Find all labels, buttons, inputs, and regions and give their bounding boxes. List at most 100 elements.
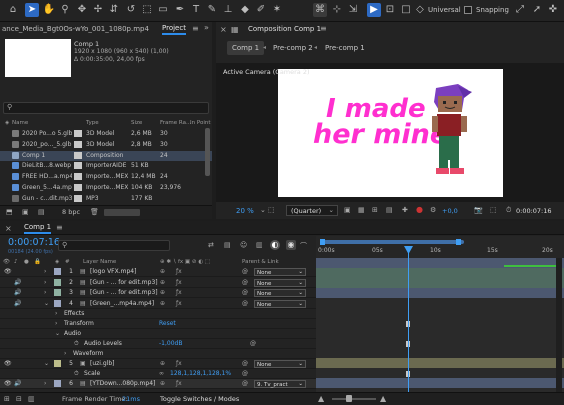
layer-name[interactable]: [Green_...mp4a.mp4]: [90, 300, 154, 307]
layer-name[interactable]: [Gun - ... for edit.mp3]: [90, 289, 158, 296]
layer-row[interactable]: 🔊 › 3 ▤ [Gun - ... for edit.mp3] ⊕ ƒx @ None ⌄: [0, 288, 316, 298]
project-list-scrollbar[interactable]: [205, 128, 210, 176]
project-scrollbar[interactable]: [104, 209, 140, 216]
pan-behind-tool-icon[interactable]: ⬚: [140, 3, 154, 17]
track-bar-5[interactable]: [316, 358, 564, 368]
universal-label[interactable]: Universal: [428, 6, 461, 14]
track-bar-2[interactable]: [316, 268, 564, 278]
layer-6-switch-icon[interactable]: ⊕: [160, 380, 165, 387]
layer-6-name[interactable]: [YTDown...080p.mp4]: [90, 380, 155, 387]
collapse-arrow-icon[interactable]: ⌄: [55, 330, 60, 337]
stopwatch-icon[interactable]: ⏱: [74, 340, 79, 348]
track-bar-6[interactable]: [316, 378, 564, 388]
snap-options-icon[interactable]: ⤢: [513, 3, 527, 17]
resolution-dropdown[interactable]: (Quarter) ⌄: [286, 205, 338, 216]
selection-mode-icon[interactable]: ▶: [367, 3, 381, 17]
layer-audio-icon[interactable]: 🔊: [14, 300, 21, 307]
parent-dropdown[interactable]: None ⌄: [254, 299, 306, 308]
snapping-label[interactable]: Snapping: [476, 6, 509, 14]
close-timeline-icon[interactable]: ×: [5, 224, 12, 233]
clone-stamp-tool-icon[interactable]: ⊥: [221, 3, 235, 17]
layer-6-audio-icon[interactable]: 🔊: [14, 380, 21, 387]
layer-label-color[interactable]: [54, 360, 61, 367]
scale-stopwatch-icon[interactable]: ⏱: [74, 370, 79, 378]
eraser-tool-icon[interactable]: ◆: [238, 3, 252, 17]
motion-blur-icon[interactable]: ◐: [270, 240, 280, 250]
panel-menu-icon[interactable]: ≡: [192, 24, 199, 33]
world-axis-icon[interactable]: □: [399, 3, 413, 17]
toggle-switches-modes-button[interactable]: Toggle Switches / Modes: [160, 395, 239, 403]
snap-feather-icon[interactable]: ➚: [530, 3, 544, 17]
home-icon[interactable]: ⌂: [6, 3, 20, 17]
delete-icon[interactable]: 🗑: [90, 208, 99, 216]
layer-6-label-color[interactable]: [54, 380, 61, 387]
layer-6-pickwhip-icon[interactable]: @: [242, 380, 248, 387]
project-search-input[interactable]: ⚲: [3, 102, 209, 114]
audio-levels-row[interactable]: ⏱ Audio Levels -1,00dB @: [0, 339, 316, 349]
mask-visibility-icon[interactable]: ⊞: [372, 206, 378, 214]
pickwhip-icon[interactable]: @: [242, 279, 248, 286]
zoom-dropdown-icon[interactable]: ⌄: [260, 206, 266, 214]
view-axis-icon[interactable]: ◇: [413, 3, 427, 17]
timeline-search-input[interactable]: ⚲: [58, 240, 170, 251]
interpret-footage-icon[interactable]: ⬒: [6, 208, 13, 216]
comp-timecode[interactable]: 0:00:07:16: [516, 207, 552, 215]
region-of-interest-icon[interactable]: ▣: [344, 206, 351, 214]
project-item-row[interactable]: Comp 1 Composition 24: [0, 150, 212, 161]
rectangle-tool-icon[interactable]: ▭: [156, 3, 170, 17]
layer-audio-icon[interactable]: 🔊: [14, 279, 21, 286]
layer-row-5[interactable]: 👁 ⌄ 5 ▣ [uzi.glb] ⊕ ƒx @ None ⌄: [0, 359, 316, 369]
layer-switch-icon[interactable]: ⊕: [160, 360, 165, 367]
comp-tab-comp-1[interactable]: Comp 1: [227, 41, 265, 55]
constrain-link-icon[interactable]: ∞: [159, 370, 164, 377]
expand-panels-icon[interactable]: »: [204, 23, 209, 32]
roto-brush-tool-icon[interactable]: ✐: [254, 3, 268, 17]
zoom-value[interactable]: 20 %: [236, 207, 254, 215]
layer-6-visibility-icon[interactable]: 👁: [4, 380, 12, 387]
timeline-scrollbar[interactable]: [556, 258, 562, 392]
composition-panel-title[interactable]: Composition Comp 1: [248, 25, 321, 33]
project-item-row[interactable]: FREE HD...a.mp4 Importe...MEX 12,4 MB 24: [0, 172, 212, 182]
layer-fx-switch-icon[interactable]: ƒx: [176, 268, 182, 275]
tab-project[interactable]: Project: [162, 24, 186, 35]
project-item-row[interactable]: Green_5...4a.mp4 Importe...MEX 104 KB 23,97…: [0, 183, 212, 193]
layer-switch-icon[interactable]: ⊕: [160, 279, 165, 286]
timeline-timecode[interactable]: 0:00:07:16: [8, 237, 60, 248]
layer-switch-icon[interactable]: ⊕: [160, 268, 165, 275]
pickwhip-icon[interactable]: @: [242, 300, 248, 307]
pickwhip-icon[interactable]: @: [250, 340, 256, 347]
layer-fx-switch-icon[interactable]: ƒx: [176, 300, 182, 307]
project-item-row[interactable]: 2020_po..._5.glb 3D Model 2,8 MB 30: [0, 140, 212, 150]
expand-arrow-icon-3[interactable]: ›: [64, 350, 66, 357]
layer-6-fx-switch-icon[interactable]: ƒx: [176, 380, 182, 387]
col-parent-link[interactable]: Parent & Link: [242, 259, 279, 265]
dolly-tool-icon[interactable]: ⇵: [107, 3, 121, 17]
col-in-point[interactable]: In Point: [190, 120, 211, 126]
label-color-swatch[interactable]: [74, 151, 82, 159]
layer-fx-switch-icon[interactable]: ƒx: [176, 289, 182, 296]
work-area-bar[interactable]: [322, 240, 464, 244]
orbit-tool-icon[interactable]: ✥: [75, 3, 89, 17]
col-size[interactable]: Size: [131, 120, 142, 126]
work-area-end-handle[interactable]: [456, 239, 461, 245]
fit-icon[interactable]: ⬚: [268, 206, 275, 214]
timeline-zoom-handle[interactable]: [346, 395, 352, 402]
timeline-zoom-slider[interactable]: [332, 398, 376, 400]
label-color-swatch[interactable]: [74, 162, 82, 170]
3d-light-icon[interactable]: ⇲: [346, 3, 360, 17]
pan-tool-icon[interactable]: ✢: [91, 3, 105, 17]
close-panel-icon[interactable]: ×: [220, 25, 227, 34]
timeline-menu-icon[interactable]: ≡: [56, 223, 63, 232]
puppet-tool-icon[interactable]: ✶: [270, 3, 284, 17]
layer-row[interactable]: 🔊 › 2 ▤ [Gun - ... for edit.mp3] ⊕ ƒx @ None ⌄: [0, 278, 316, 288]
track-bar-4[interactable]: [316, 288, 564, 298]
transform-reset-link[interactable]: Reset: [159, 320, 176, 327]
layer-row[interactable]: 👁 › 1 ▤ [logo VFX.mp4] ⊕ ƒx @ None ⌄: [0, 267, 316, 277]
3d-view-icon[interactable]: ⌘: [313, 3, 327, 17]
rotate-tool-icon[interactable]: ↺: [124, 3, 138, 17]
channel-icon[interactable]: ✚: [402, 206, 408, 214]
col-type[interactable]: Type: [86, 120, 99, 126]
exposure-value[interactable]: +0,0: [442, 207, 458, 215]
scale-row[interactable]: ⏱ Scale ∞ 128,1,128,1,128,1% @: [0, 369, 316, 379]
collapse-arrow-icon[interactable]: ⌄: [44, 300, 49, 307]
